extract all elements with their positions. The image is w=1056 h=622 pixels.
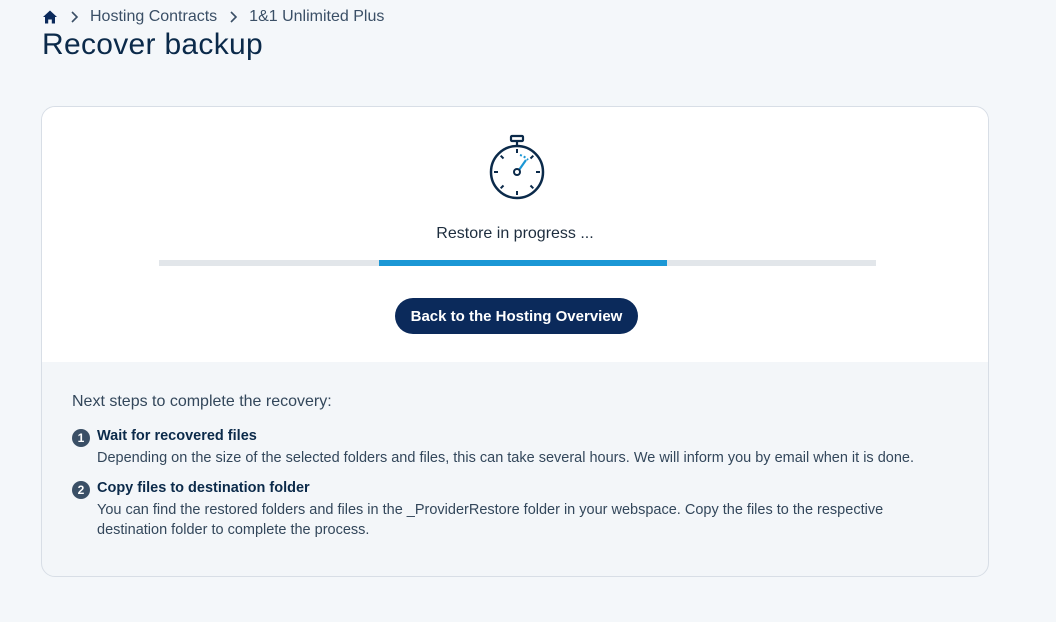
step-number-badge: 1 xyxy=(72,429,90,447)
page-title: Recover backup xyxy=(42,28,263,61)
next-steps-title: Next steps to complete the recovery: xyxy=(72,393,332,410)
step-description: Depending on the size of the selected fo… xyxy=(97,450,914,466)
breadcrumb-item-hosting-contracts[interactable]: Hosting Contracts xyxy=(90,8,217,26)
chevron-right-icon xyxy=(230,11,238,23)
restore-card: Restore in progress ... Back to the Host… xyxy=(41,106,989,577)
restore-status-text: Restore in progress ... xyxy=(436,225,594,242)
progress-bar-fill xyxy=(379,260,668,266)
breadcrumb: Hosting Contracts 1&1 Unlimited Plus xyxy=(42,8,396,26)
chevron-right-icon xyxy=(71,11,79,23)
back-to-hosting-overview-button[interactable]: Back to the Hosting Overview xyxy=(395,298,638,334)
progress-bar xyxy=(159,260,876,266)
step-number-badge: 2 xyxy=(72,481,90,499)
step-title: Wait for recovered files xyxy=(97,428,257,444)
step-title: Copy files to destination folder xyxy=(97,480,310,496)
breadcrumb-item-contract[interactable]: 1&1 Unlimited Plus xyxy=(249,8,384,26)
step-description: You can find the restored folders and fi… xyxy=(97,502,884,538)
home-icon[interactable] xyxy=(42,9,58,25)
restore-status-panel: Restore in progress ... Back to the Host… xyxy=(42,107,988,362)
stopwatch-icon xyxy=(489,134,545,200)
